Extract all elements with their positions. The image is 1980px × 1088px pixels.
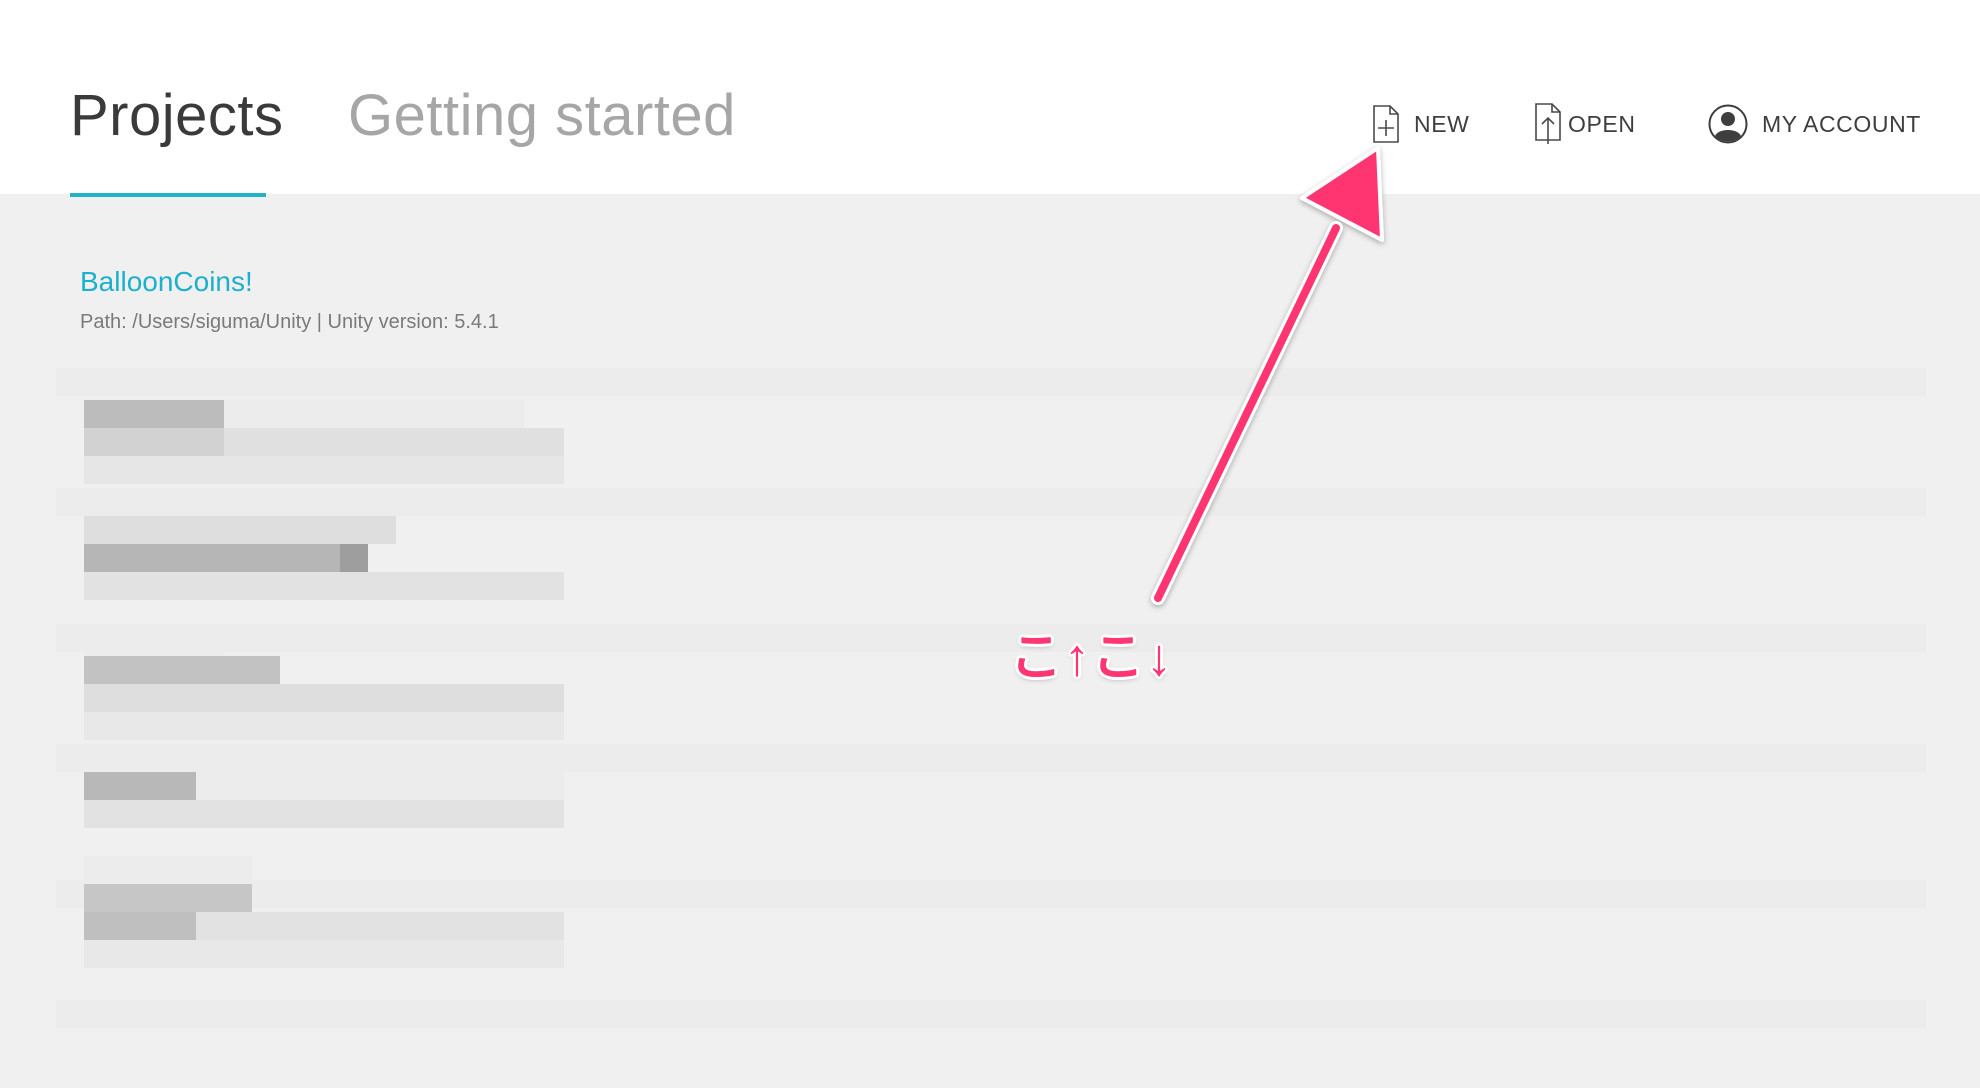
blurred-entry xyxy=(340,544,368,572)
tab-getting-started[interactable]: Getting started xyxy=(348,82,736,149)
blurred-entry xyxy=(196,772,564,800)
blurred-entry xyxy=(84,628,224,656)
active-tab-underline xyxy=(70,193,266,197)
open-file-icon xyxy=(1534,102,1562,146)
my-account-button[interactable]: MY ACCOUNT xyxy=(1708,100,1921,148)
open-button-label: OPEN xyxy=(1568,110,1636,137)
blurred-entry xyxy=(196,912,564,940)
blurred-entry xyxy=(84,800,564,828)
blurred-row-band xyxy=(56,488,1926,516)
annotation-label: こ↑こ↓ xyxy=(1010,629,1175,687)
blurred-entry xyxy=(84,456,564,484)
project-title[interactable]: BalloonCoins! xyxy=(80,266,253,298)
blurred-entry xyxy=(224,400,524,428)
header-bar: Projects Getting started NEW OPEN MY ACC… xyxy=(0,0,1980,197)
blurred-entry xyxy=(84,772,196,800)
project-meta: Path: /Users/siguma/Unity | Unity versio… xyxy=(80,311,499,333)
open-button[interactable]: OPEN xyxy=(1534,100,1636,148)
blurred-entry xyxy=(84,656,280,684)
blurred-entry xyxy=(84,856,252,884)
blurred-row-band xyxy=(56,368,1926,396)
blurred-entry xyxy=(84,712,564,740)
new-button-label: NEW xyxy=(1414,110,1470,137)
new-file-icon xyxy=(1372,104,1400,144)
blurred-entry xyxy=(84,428,224,456)
blurred-entry xyxy=(84,684,564,712)
new-button[interactable]: NEW xyxy=(1372,100,1469,148)
blurred-entry xyxy=(84,940,564,968)
blurred-entry xyxy=(84,400,224,428)
blurred-entry xyxy=(224,428,564,456)
account-avatar-icon xyxy=(1708,104,1748,144)
blurred-row-band xyxy=(56,1000,1926,1028)
blurred-entry xyxy=(84,572,564,600)
blurred-row-band xyxy=(56,624,1926,652)
my-account-label: MY ACCOUNT xyxy=(1762,110,1921,137)
blurred-row-band xyxy=(56,744,1926,772)
blurred-entry xyxy=(84,516,396,544)
blurred-entry xyxy=(84,884,252,912)
blurred-project-list xyxy=(56,368,1926,1058)
blurred-row-band xyxy=(56,880,1926,908)
blurred-entry xyxy=(84,544,368,572)
tab-projects[interactable]: Projects xyxy=(70,82,284,149)
blurred-entry xyxy=(84,912,196,940)
